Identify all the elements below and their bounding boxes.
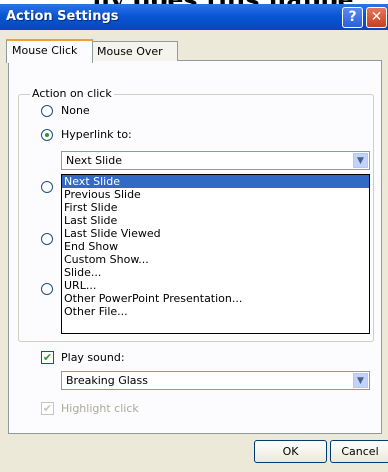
play-sound-label: Play sound: [61, 351, 125, 364]
dropdown-option[interactable]: Custom Show... [62, 253, 369, 266]
dropdown-option[interactable]: Other PowerPoint Presentation... [62, 292, 369, 305]
cancel-button[interactable]: Cancel [330, 440, 388, 463]
highlight-click-label: Highlight click [61, 402, 139, 415]
help-icon: ? [348, 9, 357, 25]
title-bar: Action Settings ? ✕ [0, 4, 388, 30]
tab-mouse-click[interactable]: Mouse Click [6, 39, 93, 63]
dropdown-option[interactable]: End Show [62, 240, 369, 253]
highlight-click-checkbox: ✔ [41, 402, 54, 415]
radio-object-action-button[interactable] [41, 283, 53, 295]
dropdown-option[interactable]: Next Slide [62, 175, 369, 188]
action-settings-dialog: Action Settings ? ✕ Mouse Click Mouse Ov… [0, 4, 388, 472]
ok-button[interactable]: OK [254, 440, 327, 463]
dropdown-option[interactable]: Other File... [62, 305, 369, 318]
dropdown-option[interactable]: Slide... [62, 266, 369, 279]
hyperlink-dropdown-list: Next Slide Previous Slide First Slide La… [61, 174, 370, 334]
sound-combo[interactable]: Breaking Glass ▼ [61, 371, 370, 390]
radio-none-label: None [61, 104, 90, 117]
action-on-click-legend: Action on click [30, 87, 114, 100]
radio-run-program-button[interactable] [41, 181, 53, 193]
chevron-down-icon[interactable]: ▼ [353, 153, 368, 168]
dropdown-option[interactable]: Previous Slide [62, 188, 369, 201]
hyperlink-combo[interactable]: Next Slide ▼ [61, 151, 370, 170]
sound-combo-value: Breaking Glass [66, 374, 148, 387]
window-title: Action Settings [6, 9, 119, 24]
radio-hyperlink-label: Hyperlink to: [61, 128, 132, 141]
chevron-down-icon[interactable]: ▼ [353, 373, 368, 388]
dropdown-option[interactable]: Last Slide [62, 214, 369, 227]
dropdown-option[interactable]: Last Slide Viewed [62, 227, 369, 240]
tab-mouse-over[interactable]: Mouse Over [91, 41, 178, 61]
hyperlink-combo-value: Next Slide [66, 154, 122, 167]
radio-run-macro-button[interactable] [41, 233, 53, 245]
close-icon: ✕ [370, 9, 383, 25]
help-button[interactable]: ? [342, 7, 363, 28]
play-sound-checkbox[interactable]: ✔ [41, 351, 54, 364]
radio-hyperlink-button[interactable] [41, 129, 53, 141]
dropdown-option[interactable]: First Slide [62, 201, 369, 214]
dropdown-option[interactable]: URL... [62, 279, 369, 292]
radio-none-button[interactable] [41, 105, 53, 117]
close-button[interactable]: ✕ [366, 7, 387, 28]
